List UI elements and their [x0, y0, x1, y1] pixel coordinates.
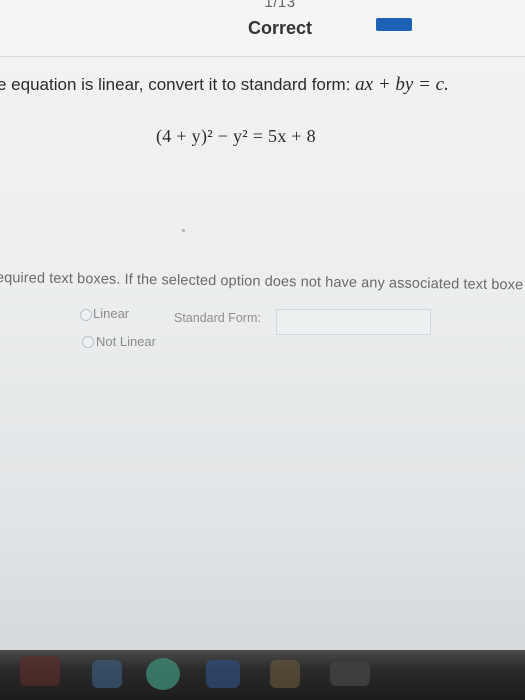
question-counter: 1/13	[264, 0, 296, 11]
question-text: e equation is linear, convert it to stan…	[0, 74, 449, 96]
linear-radio[interactable]	[80, 309, 92, 321]
screen-background	[0, 0, 525, 700]
taskbar-app-icon[interactable]	[20, 656, 60, 686]
cursor-dot	[182, 229, 185, 232]
taskbar	[0, 650, 525, 700]
linear-option-label[interactable]: Linear	[93, 306, 129, 321]
taskbar-app-icon[interactable]	[270, 660, 300, 688]
question-prefix: e equation is linear, convert it to stan…	[0, 75, 356, 94]
answer-status: Correct	[247, 18, 313, 38]
taskbar-app-icon[interactable]	[146, 658, 180, 690]
taskbar-app-icon[interactable]	[92, 660, 122, 688]
progress-bar	[376, 18, 412, 31]
standard-form-expression: ax + by = c.	[355, 74, 449, 95]
not-linear-option-label[interactable]: Not Linear	[96, 334, 156, 349]
standard-form-label: Standard Form:	[174, 311, 261, 325]
not-linear-radio[interactable]	[82, 336, 94, 348]
taskbar-app-icon[interactable]	[206, 660, 240, 688]
equation: (4 + y)² − y² = 5x + 8	[156, 126, 316, 146]
question-header: 1/13 Correct	[0, 0, 525, 57]
standard-form-input[interactable]	[276, 309, 431, 335]
taskbar-app-icon[interactable]	[330, 662, 370, 686]
